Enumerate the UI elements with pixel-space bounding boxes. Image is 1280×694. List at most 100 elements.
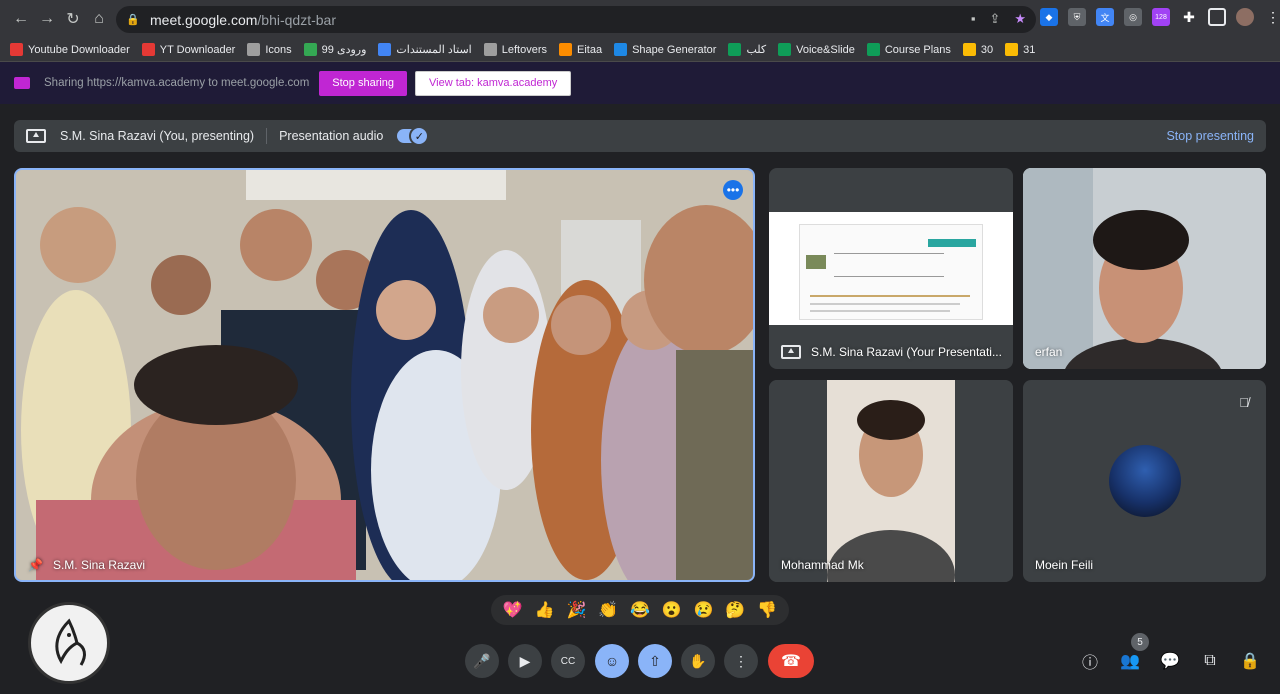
- screenshot-extension-icon[interactable]: ◎: [1124, 8, 1142, 26]
- view-tab-button[interactable]: View tab: kamva.academy: [415, 70, 572, 96]
- bookmark-favicon-icon: [866, 43, 880, 56]
- bookmark-item[interactable]: 30: [962, 43, 994, 56]
- reaction-emoji-button[interactable]: 🎉: [566, 600, 586, 620]
- forward-icon[interactable]: →: [34, 6, 60, 32]
- calendar-extension-icon[interactable]: 128: [1152, 8, 1170, 26]
- reaction-emoji-button[interactable]: 👎: [757, 600, 777, 620]
- bookmark-label: Icons: [265, 43, 292, 56]
- raise-hand-button[interactable]: ✋: [681, 644, 715, 678]
- pin-icon[interactable]: 📌: [28, 558, 43, 572]
- camera-button[interactable]: ▶: [508, 644, 542, 678]
- reactions-button[interactable]: ☺: [595, 644, 629, 678]
- bookmark-label: Youtube Downloader: [28, 43, 130, 56]
- reaction-emoji-button[interactable]: 💖: [503, 600, 523, 620]
- participants-count-badge: 5: [1131, 633, 1149, 651]
- bookmark-favicon-icon: [778, 43, 792, 56]
- bookmark-item[interactable]: Eitaa: [558, 43, 602, 56]
- presenting-label: S.M. Sina Razavi (You, presenting): [60, 129, 255, 143]
- bookmark-favicon-icon: [962, 43, 976, 56]
- more-options-button[interactable]: ⋮: [724, 644, 758, 678]
- camera-icon[interactable]: ▪: [971, 11, 976, 27]
- bookmark-item[interactable]: 31: [1005, 43, 1035, 56]
- reaction-emoji-button[interactable]: 🤔: [725, 600, 745, 620]
- reaction-emoji-button[interactable]: 👍: [535, 600, 555, 620]
- bookmark-favicon-icon: [247, 43, 261, 56]
- present-button[interactable]: ⇧: [638, 644, 672, 678]
- bookmark-label: استاد المستندات: [396, 44, 472, 56]
- lock-icon: 🔒: [126, 14, 140, 26]
- participant-tile-mohammad[interactable]: Mohammad Mk: [769, 380, 1013, 582]
- people-icon[interactable]: 👥: [1117, 648, 1143, 674]
- sidepanel-icon[interactable]: [1208, 8, 1226, 26]
- bookmark-item[interactable]: Icons: [247, 43, 292, 56]
- bookmark-label: Shape Generator: [632, 43, 717, 56]
- url-path: /bhi-qdzt-bar: [257, 11, 336, 28]
- mic-button[interactable]: 🎤: [465, 644, 499, 678]
- menu-icon[interactable]: ⋮: [1264, 8, 1280, 26]
- reaction-emoji-button[interactable]: 😂: [630, 600, 650, 620]
- mohammad-tile-label: Mohammad Mk: [781, 558, 864, 572]
- bookmark-item[interactable]: کلب: [728, 43, 766, 56]
- group-selfie-video: [16, 170, 753, 580]
- sharing-icon: [14, 77, 30, 89]
- bookmark-item[interactable]: Shape Generator: [614, 43, 716, 56]
- star-icon[interactable]: ★: [1014, 11, 1026, 27]
- bookmark-item[interactable]: ورودی 99: [303, 43, 366, 56]
- stop-sharing-button[interactable]: Stop sharing: [319, 70, 408, 96]
- mohammad-name: Mohammad Mk: [781, 558, 864, 572]
- profile-avatar[interactable]: [1236, 8, 1254, 26]
- bookmark-label: 30: [980, 43, 994, 56]
- reload-icon[interactable]: ↻: [60, 6, 86, 32]
- reaction-emoji-button[interactable]: 👏: [598, 600, 618, 620]
- reactions-bar: 💖 👍 🎉 👏 😂 😮 😢 🤔 👎: [491, 595, 789, 625]
- main-video-tile[interactable]: ••• 📌 S.M. Sina Razavi: [14, 168, 755, 582]
- sharing-text: Sharing https://kamva.academy to meet.go…: [44, 77, 310, 89]
- reaction-emoji-button[interactable]: 😢: [694, 600, 714, 620]
- presentation-preview: [769, 212, 1013, 325]
- bookmark-label: Course Plans: [884, 43, 951, 56]
- back-icon[interactable]: ←: [8, 6, 34, 32]
- bookmark-favicon-icon: [728, 43, 742, 56]
- bookmark-favicon-icon: [614, 43, 628, 56]
- captions-button[interactable]: CC: [551, 644, 585, 678]
- chat-icon[interactable]: 💬: [1157, 648, 1183, 674]
- info-icon[interactable]: ⓘ: [1077, 648, 1103, 674]
- end-call-button[interactable]: ☎: [768, 644, 814, 678]
- kamva-logo: [28, 602, 110, 684]
- bookmark-item[interactable]: Youtube Downloader: [10, 43, 130, 56]
- host-controls-icon[interactable]: 🔒: [1237, 648, 1263, 674]
- bookmark-favicon-icon: [378, 43, 392, 56]
- bookmark-item[interactable]: Course Plans: [866, 43, 951, 56]
- divider: [266, 128, 268, 144]
- stop-presenting-button[interactable]: Stop presenting: [1166, 129, 1254, 143]
- sharing-bar: Sharing https://kamva.academy to meet.go…: [0, 62, 1280, 104]
- bookmarks-bar: Youtube Downloader YT Downloader Icons ورود…: [0, 38, 1280, 62]
- shield-extension-icon[interactable]: ⛨: [1068, 8, 1086, 26]
- bookmark-item[interactable]: Leftovers: [483, 43, 547, 56]
- bookmark-item[interactable]: Voice&Slide: [778, 43, 855, 56]
- erfan-name: erfan: [1035, 345, 1063, 359]
- puzzle-icon[interactable]: ✚: [1180, 8, 1198, 26]
- check-icon: ✓: [409, 126, 430, 146]
- moein-name: Moein Feili: [1035, 558, 1094, 572]
- mohammad-video: [769, 380, 1013, 582]
- bookmark-item[interactable]: YT Downloader: [141, 43, 235, 56]
- reaction-emoji-button[interactable]: 😮: [662, 600, 682, 620]
- presentation-tile-name: S.M. Sina Razavi (Your Presentati...: [811, 345, 1002, 359]
- address-bar[interactable]: 🔒 meet.google.com/bhi-qdzt-bar ▪ ⇪ ★: [116, 6, 1036, 33]
- bookmark-favicon-icon: [303, 43, 317, 56]
- presentation-audio-toggle[interactable]: ✓: [397, 126, 430, 146]
- translate-extension-icon[interactable]: 文: [1096, 8, 1114, 26]
- home-icon[interactable]: ⌂: [86, 6, 112, 32]
- gem-extension-icon[interactable]: ◆: [1040, 8, 1058, 26]
- presentation-tile[interactable]: S.M. Sina Razavi (Your Presentati...: [769, 168, 1013, 369]
- moein-tile-label: Moein Feili: [1035, 558, 1093, 572]
- participant-tile-erfan[interactable]: erfan: [1023, 168, 1266, 369]
- activities-icon[interactable]: ⧉: [1197, 648, 1223, 674]
- more-options-icon[interactable]: •••: [723, 180, 743, 200]
- participant-tile-moein[interactable]: 🎙̸ Moein Feili: [1023, 380, 1266, 582]
- bookmark-item[interactable]: استاد المستندات: [378, 43, 472, 56]
- bookmark-label: کلب: [746, 44, 767, 56]
- erfan-tile-label: erfan: [1035, 345, 1062, 359]
- share-icon[interactable]: ⇪: [989, 11, 1000, 27]
